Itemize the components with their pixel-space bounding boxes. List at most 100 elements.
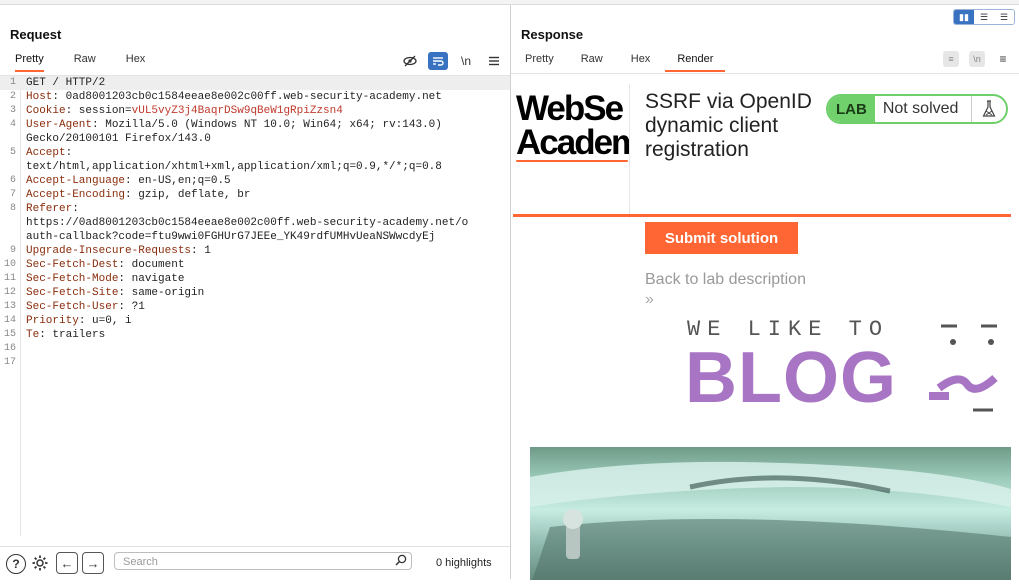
code-line[interactable]: 15 Te: trailers <box>0 328 510 342</box>
code-line[interactable]: 10 Sec-Fetch-Dest: document <box>0 258 510 272</box>
header-name: Accept <box>26 147 66 159</box>
header-name: Sec-Fetch-User <box>26 301 119 313</box>
code-text: Accept-Language: en-US,en;q=0.5 <box>26 174 231 188</box>
code-text: Referer: <box>26 202 79 216</box>
code-line[interactable]: 1 GET / HTTP/2 <box>0 76 510 90</box>
header-value: : same-origin <box>118 287 205 299</box>
newline-icon[interactable]: \n <box>969 51 985 67</box>
chevron-right-icon[interactable]: » <box>645 291 654 309</box>
line-number: 17 <box>3 357 16 368</box>
code-line[interactable]: 6 Accept-Language: en-US,en;q=0.5 <box>0 174 510 188</box>
tab-hex[interactable]: Hex <box>631 53 651 72</box>
header-separator <box>629 84 630 218</box>
eye-off-icon[interactable] <box>400 52 420 70</box>
highlights-count: 0 highlights <box>436 557 492 569</box>
search-input[interactable]: Search <box>114 552 412 570</box>
code-line[interactable]: 14 Priority: u=0, i <box>0 314 510 328</box>
code-line[interactable]: auth-callback?code=ftu9wwi0FGHUrG7JEEe_Y… <box>0 230 510 244</box>
request-title: Request <box>10 27 62 42</box>
lab-title: SSRF via OpenID dynamic client registrat… <box>645 90 812 161</box>
response-title: Response <box>521 27 584 42</box>
code-text: Accept: <box>26 146 72 160</box>
lab-status-text: Not solved <box>882 100 959 117</box>
tabbed-layout-icon[interactable]: ☰ <box>994 10 1014 24</box>
code-line[interactable]: 3 Cookie: session=vUL5vyZ3j4BaqrDSw9qBeW1… <box>0 104 510 118</box>
line-number: 13 <box>3 301 16 312</box>
stacked-layout-icon[interactable]: ☰ <box>974 10 994 24</box>
side-by-side-layout-icon[interactable]: ▮▮ <box>954 10 974 24</box>
code-line[interactable]: 9 Upgrade-Insecure-Requests: 1 <box>0 244 510 258</box>
header-name: Cookie <box>26 105 66 117</box>
code-line[interactable]: 12 Sec-Fetch-Site: same-origin <box>0 286 510 300</box>
code-line[interactable]: 17 <box>0 356 510 370</box>
header-name: Host <box>26 91 53 103</box>
code-text: Accept-Encoding: gzip, deflate, br <box>26 188 250 202</box>
blog-face-decoration-icon <box>929 324 998 412</box>
logo-underline <box>516 160 628 162</box>
code-line[interactable]: 13 Sec-Fetch-User: ?1 <box>0 300 510 314</box>
line-number: 16 <box>3 343 16 354</box>
code-line[interactable]: https://0ad8001203cb0c1584eeae8e002c00ff… <box>0 216 510 230</box>
tab-pretty[interactable]: Pretty <box>525 53 554 72</box>
blog-post-image <box>530 447 1011 580</box>
code-text: User-Agent: Mozilla/5.0 (Windows NT 10.0… <box>26 118 442 132</box>
session-cookie-value: vUL5vyZ3j4BaqrDSw9qBeW1gRpiZzsn4 <box>131 105 343 117</box>
tab-hex[interactable]: Hex <box>126 53 146 72</box>
gear-icon[interactable] <box>31 554 49 572</box>
code-line[interactable]: Gecko/20100101 Firefox/143.0 <box>0 132 510 146</box>
tab-raw[interactable]: Raw <box>74 53 96 72</box>
code-text: Upgrade-Insecure-Requests: 1 <box>26 244 211 258</box>
line-number: 10 <box>3 259 16 270</box>
response-tabs: Pretty Raw Hex Render <box>525 53 726 72</box>
line-number: 5 <box>9 147 16 158</box>
code-text: Sec-Fetch-Dest: document <box>26 258 184 272</box>
header-name: Upgrade-Insecure-Requests <box>26 245 192 257</box>
line-number: 3 <box>9 105 16 116</box>
newline-icon[interactable]: \n <box>456 52 476 70</box>
help-icon[interactable]: ? <box>6 554 26 574</box>
wrap-lines-icon[interactable]: ≡ <box>943 51 959 67</box>
wrap-lines-icon[interactable] <box>428 52 448 70</box>
header-name: Te <box>26 329 40 341</box>
code-text: Host: 0ad8001203cb0c1584eeae8e002c00ff.w… <box>26 90 442 104</box>
header-name: Sec-Fetch-Site <box>26 287 119 299</box>
forward-arrow-button[interactable]: → <box>82 552 104 574</box>
code-line[interactable]: text/html,application/xhtml+xml,applicat… <box>0 160 510 174</box>
code-line[interactable]: 5 Accept: <box>0 146 510 160</box>
code-text: https://0ad8001203cb0c1584eeae8e002c00ff… <box>26 216 468 230</box>
header-value: : 0ad8001203cb0c1584eeae8e002c00ff.web-s… <box>52 91 442 103</box>
header-value: auth-callback?code=ftu9wwi0FGHUrG7JEEe_Y… <box>26 231 436 243</box>
request-editor[interactable]: 1 GET / HTTP/2 2 Host: 0ad8001203cb0c1584ee… <box>0 75 510 536</box>
tab-render[interactable]: Render <box>665 53 726 72</box>
line-number: 1 <box>9 77 16 88</box>
code-line[interactable]: 7 Accept-Encoding: gzip, deflate, br <box>0 188 510 202</box>
search-icon[interactable] <box>395 554 407 569</box>
tab-pretty[interactable]: Pretty <box>15 53 44 72</box>
back-arrow-button[interactable]: ← <box>56 552 78 574</box>
response-toolbar: ≡ \n ≡ <box>943 51 1011 67</box>
header-name: Referer <box>26 203 73 215</box>
code-text: Priority: u=0, i <box>26 314 132 328</box>
line-number: 9 <box>9 245 16 256</box>
line-number: 8 <box>9 203 16 214</box>
menu-icon[interactable]: ≡ <box>995 51 1011 67</box>
code-line[interactable]: 8 Referer: <box>0 202 510 216</box>
header-value: https://0ad8001203cb0c1584eeae8e002c00ff… <box>26 217 469 229</box>
menu-icon[interactable] <box>484 52 504 70</box>
code-line[interactable]: 4 User-Agent: Mozilla/5.0 (Windows NT 10.… <box>0 118 510 132</box>
header-value: : navigate <box>118 273 185 285</box>
code-line[interactable]: 2 Host: 0ad8001203cb0c1584eeae8e002c00ff.… <box>0 90 510 104</box>
header-value: : 1 <box>191 245 211 257</box>
code-line[interactable]: 11 Sec-Fetch-Mode: navigate <box>0 272 510 286</box>
flask-icon <box>971 96 1006 122</box>
header-value: : <box>65 147 73 159</box>
back-to-lab-description-link[interactable]: Back to lab description <box>645 271 806 289</box>
code-text: Te: trailers <box>26 328 105 342</box>
code-line[interactable]: 16 <box>0 342 510 356</box>
submit-solution-button[interactable]: Submit solution <box>645 222 798 254</box>
request-bottom-bar: ? ← → Search 0 highlights <box>0 546 510 585</box>
line-number: 4 <box>9 119 16 130</box>
tab-raw[interactable]: Raw <box>581 53 603 72</box>
line-number: 12 <box>3 287 16 298</box>
code-text: Gecko/20100101 Firefox/143.0 <box>26 132 211 146</box>
